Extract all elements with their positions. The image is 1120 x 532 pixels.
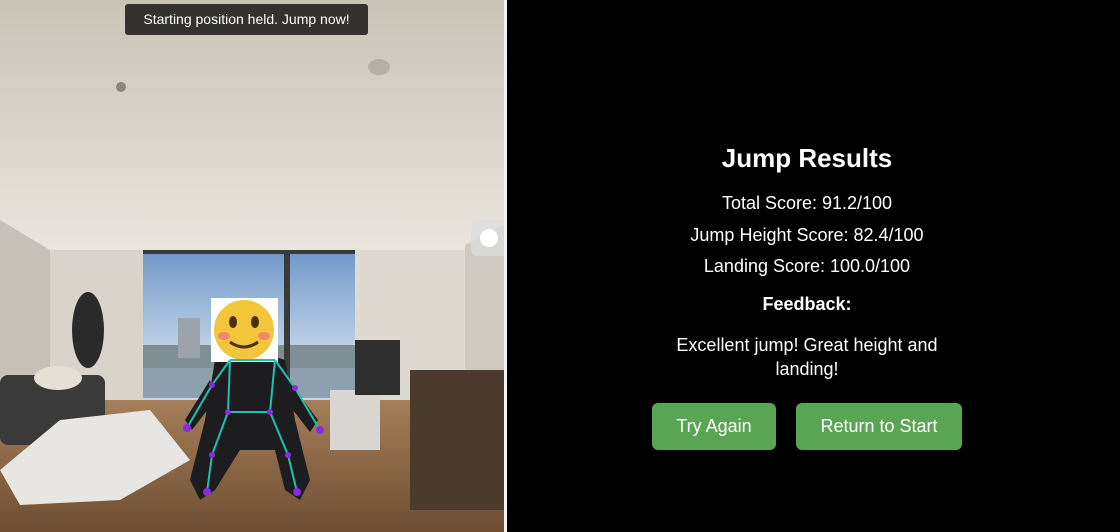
feedback-text: Excellent jump! Great height and landing… — [676, 335, 938, 379]
face-cover-emoji-icon — [211, 298, 278, 362]
total-score: Total Score: 91.2/100 — [721, 193, 893, 213]
try-again-button[interactable]: Try Again — [652, 403, 776, 450]
status-toast: Starting position held. Jump now! — [125, 4, 368, 35]
results-title: Jump Results — [721, 143, 893, 173]
handle-dot-icon — [480, 229, 498, 247]
landing-score: Landing Score: 100.0/100 — [703, 256, 911, 276]
feedback-label: Feedback: — [762, 294, 852, 314]
results-panel: Jump Results Total Score: 91.2/100 Jump … — [507, 0, 1120, 532]
jump-height-score: Jump Height Score: 82.4/100 — [690, 225, 924, 245]
camera-feed: Starting position held. Jump now! — [0, 0, 504, 532]
room-scene — [0, 0, 504, 532]
app-stage: Starting position held. Jump now! Jump R… — [0, 0, 1120, 532]
side-handle[interactable] — [471, 220, 504, 256]
return-to-start-button[interactable]: Return to Start — [796, 403, 962, 450]
